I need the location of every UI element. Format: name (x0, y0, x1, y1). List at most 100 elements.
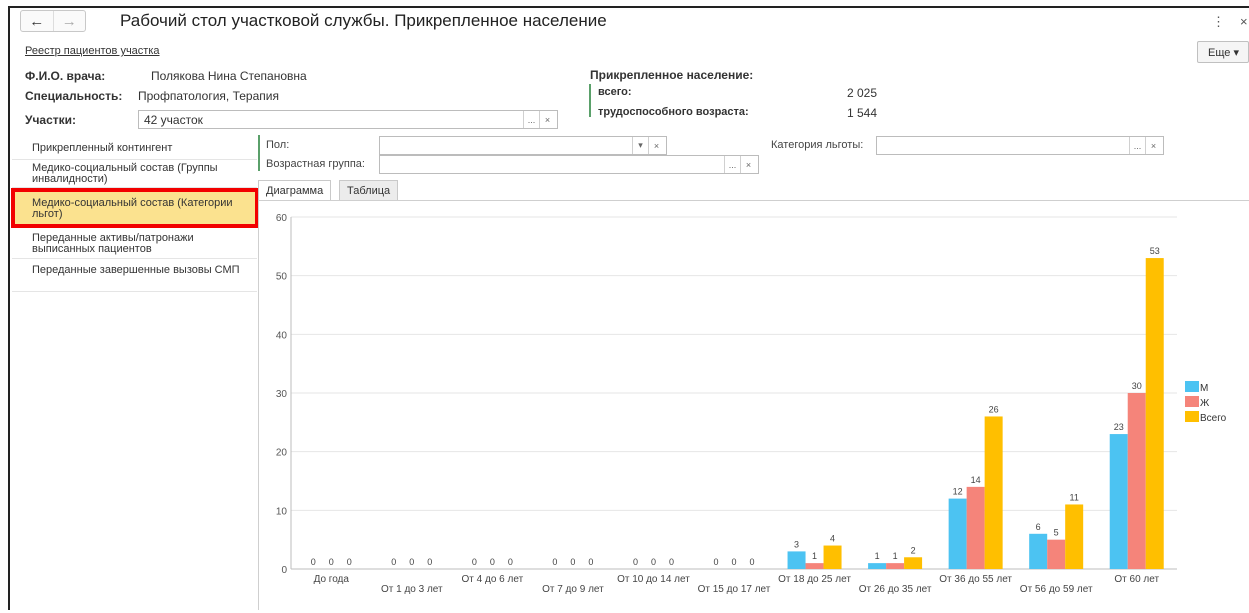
page-title: Рабочий стол участковой службы. Прикрепл… (120, 11, 607, 30)
registry-link[interactable]: Реестр пациентов участка (25, 45, 160, 57)
green-divider (589, 84, 591, 117)
data-label: 12 (953, 487, 963, 497)
sidebar-item-ambulance[interactable]: Переданные завершенные вызовы СМП (12, 259, 257, 292)
menu-icon[interactable]: ⋮ (1212, 14, 1225, 30)
sidebar-item-label: Медико-социальный состав (Группы инвалид… (32, 162, 218, 185)
bar (1047, 539, 1066, 569)
bar (1109, 434, 1128, 569)
y-tick-label: 40 (276, 330, 288, 341)
x-tick-label: От 60 лет (1114, 574, 1159, 585)
close-icon[interactable]: × (1240, 14, 1248, 29)
sidebar-item-label: Переданные завершенные вызовы СМП (32, 264, 240, 276)
legend-swatch (1185, 396, 1199, 407)
sidebar-item-benefits[interactable]: Медико-социальный состав (Категории льго… (11, 188, 259, 228)
data-label: 0 (552, 557, 557, 567)
clear-icon[interactable]: × (539, 111, 555, 128)
doctor-name-value: Полякова Нина Степановна (151, 69, 307, 83)
ellipsis-icon[interactable]: ... (1129, 137, 1145, 154)
data-label: 26 (989, 404, 999, 414)
population-total-label: всего: (598, 86, 632, 98)
tab-table[interactable]: Таблица (339, 180, 399, 201)
clear-icon[interactable]: × (1145, 137, 1161, 154)
data-label: 0 (490, 557, 495, 567)
specialty-value: Профпатология, Терапия (138, 89, 279, 103)
working-age-value: 1 544 (847, 106, 878, 120)
working-age-label: трудоспособного возраста: (598, 106, 749, 118)
sidebar-item-transfers[interactable]: Переданные активы/патронажи выписанных п… (12, 228, 257, 259)
data-label: 0 (713, 557, 718, 567)
age-group-field[interactable]: ... × (379, 155, 759, 174)
back-arrow-icon[interactable]: ← (21, 11, 53, 31)
data-label: 0 (588, 557, 593, 567)
data-label: 1 (875, 551, 880, 561)
legend-swatch (1185, 381, 1199, 392)
data-label: 1 (812, 551, 817, 561)
legend-label: Всего (1200, 413, 1227, 424)
x-tick-label: От 26 до 35 лет (859, 584, 932, 595)
sidebar-item-attached[interactable]: Прикрепленный контингент (12, 138, 257, 160)
x-tick-label: От 7 до 9 лет (542, 584, 604, 595)
bar (1127, 393, 1146, 569)
x-tick-label: От 4 до 6 лет (462, 574, 524, 585)
data-label: 0 (311, 557, 316, 567)
sidebar-item-disability[interactable]: Медико-социальный состав (Группы инвалид… (12, 160, 257, 188)
data-label: 0 (633, 557, 638, 567)
bar (1029, 533, 1048, 569)
x-tick-label: От 10 до 14 лет (617, 574, 690, 585)
x-tick-label: От 18 до 25 лет (778, 574, 851, 585)
data-label: 0 (427, 557, 432, 567)
nav-buttons: ← → (20, 10, 86, 32)
clear-icon[interactable]: × (740, 156, 756, 173)
y-tick-label: 30 (276, 389, 288, 400)
forward-arrow-icon[interactable]: → (52, 11, 86, 31)
age-group-label: Возрастная группа: (266, 158, 365, 170)
data-label: 3 (794, 539, 799, 549)
data-label: 0 (508, 557, 513, 567)
sex-select[interactable]: ▾ × (379, 136, 667, 155)
specialty-label: Специальность: (25, 89, 123, 103)
data-label: 23 (1114, 422, 1124, 432)
bar (966, 486, 985, 569)
data-label: 0 (409, 557, 414, 567)
data-label: 0 (391, 557, 396, 567)
data-label: 0 (651, 557, 656, 567)
bar (823, 545, 842, 569)
tab-diagram[interactable]: Диаграмма (258, 180, 332, 201)
data-label: 0 (731, 557, 736, 567)
bar (868, 563, 887, 569)
districts-value: 42 участок (144, 113, 203, 127)
data-label: 14 (971, 475, 981, 485)
ellipsis-icon[interactable]: ... (523, 111, 539, 128)
bar (1065, 504, 1084, 569)
ellipsis-icon[interactable]: ... (724, 156, 740, 173)
data-label: 53 (1150, 246, 1160, 256)
y-tick-label: 50 (276, 272, 288, 283)
population-total-value: 2 025 (847, 86, 878, 100)
chevron-down-icon[interactable]: ▾ (632, 137, 648, 154)
data-label: 0 (749, 557, 754, 567)
data-label: 4 (830, 534, 835, 544)
x-tick-label: От 1 до 3 лет (381, 584, 443, 595)
x-tick-label: До года (314, 574, 350, 585)
doctor-name-label: Ф.И.О. врача: (25, 69, 106, 83)
clear-icon[interactable]: × (648, 137, 664, 154)
chart-panel: 0 10 20 30 40 50 60 0 0 0 До года 0 0 0 От 1 до 3 лет 0… (258, 200, 1249, 610)
districts-field[interactable]: 42 участок ... × (138, 110, 558, 129)
benefit-field[interactable]: ... × (876, 136, 1164, 155)
data-label: 30 (1132, 381, 1142, 391)
bar (787, 551, 806, 569)
data-label: 6 (1036, 522, 1041, 532)
bar (984, 416, 1003, 569)
more-button[interactable]: Еще ▾ (1197, 41, 1249, 63)
sidebar-item-label: Прикрепленный контингент (32, 142, 173, 154)
y-tick-label: 60 (276, 213, 288, 224)
data-label: 0 (472, 557, 477, 567)
legend-swatch (1185, 411, 1199, 422)
data-label: 0 (669, 557, 674, 567)
y-tick-label: 0 (281, 565, 287, 576)
legend-label: Ж (1200, 398, 1210, 409)
data-label: 2 (911, 545, 916, 555)
data-label: 0 (570, 557, 575, 567)
bar (904, 557, 923, 569)
filter-divider (258, 135, 260, 171)
